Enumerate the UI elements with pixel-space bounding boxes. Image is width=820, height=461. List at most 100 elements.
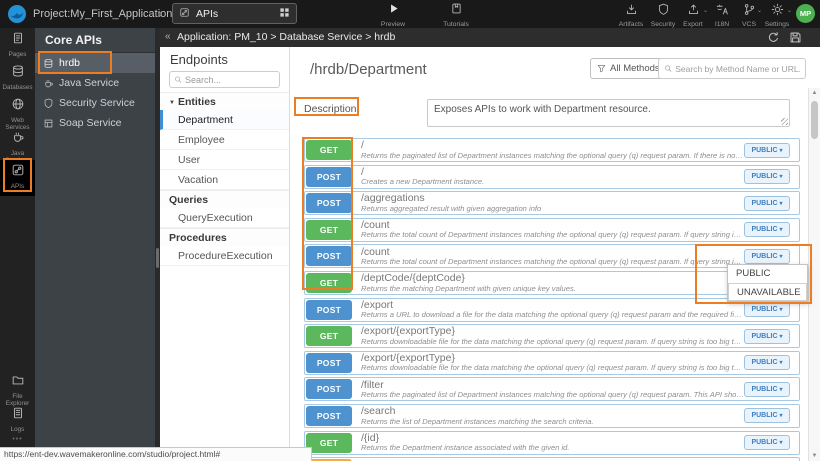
api-endpoint-row[interactable]: POST /export Returns a URL to download a… — [304, 298, 800, 322]
rail-overflow-dots[interactable]: ••• — [0, 436, 35, 443]
panel-scrollbar-thumb[interactable] — [156, 248, 159, 268]
wavemaker-logo-icon[interactable] — [7, 4, 27, 24]
endpoint-text: /export/{exportType} Returns downloadabl… — [353, 326, 744, 346]
method-badge: GET — [306, 140, 352, 160]
tutorials-button[interactable]: Tutorials — [433, 2, 479, 26]
panel-divider[interactable] — [155, 28, 160, 461]
save-button[interactable] — [789, 31, 802, 49]
resize-handle[interactable] — [781, 118, 788, 125]
endpoints-search-input[interactable] — [185, 75, 275, 85]
main-scrollbar[interactable]: ▲ ▼ — [808, 88, 820, 461]
method-badge: POST — [306, 379, 352, 399]
menu-option-public[interactable]: PUBLIC — [728, 265, 807, 283]
collapse-panel-icon[interactable]: « — [165, 28, 171, 46]
core-api-java-service[interactable]: Java Service — [35, 73, 155, 93]
left-icon-rail: Pages Databases Web Services Java Servic… — [0, 28, 35, 461]
access-dropdown-button[interactable]: PUBLIC▾ — [744, 302, 790, 317]
endpoint-list-entry[interactable]: User — [160, 150, 289, 170]
tab-apis[interactable]: APIs — [172, 3, 297, 24]
api-endpoint-row[interactable]: GET /count Returns the total count of De… — [304, 218, 800, 242]
database-icon — [43, 58, 54, 69]
access-dropdown-button[interactable]: PUBLIC▾ — [744, 355, 790, 370]
core-api-soap-service[interactable]: Soap Service — [35, 113, 155, 133]
access-dropdown-button[interactable]: PUBLIC▾ — [744, 169, 790, 184]
scroll-down-arrow[interactable]: ▼ — [809, 453, 820, 459]
method-search-input[interactable] — [675, 64, 800, 74]
grid-icon[interactable] — [279, 5, 290, 23]
access-dropdown-button[interactable]: PUBLIC▾ — [744, 222, 790, 237]
rail-item-databases[interactable]: Databases — [0, 61, 35, 94]
rail-item-pages[interactable]: Pages — [0, 28, 35, 61]
file-explorer-folder-icon — [11, 373, 25, 387]
vcs-button[interactable]: ⌄ VCS — [736, 2, 762, 26]
api-plug-icon — [179, 5, 190, 23]
artifacts-button[interactable]: Artifacts — [614, 2, 648, 26]
api-endpoint-row[interactable]: POST /aggregations Returns aggregated re… — [304, 191, 800, 215]
export-button[interactable]: ⌄ Export — [678, 2, 708, 26]
access-dropdown-button[interactable]: PUBLIC▾ — [744, 382, 790, 397]
method-badge: GET — [306, 433, 352, 453]
user-avatar[interactable]: MP — [796, 4, 815, 23]
endpoint-list-entry[interactable]: Department — [160, 110, 289, 130]
method-badge: POST — [306, 246, 352, 266]
method-badge: POST — [306, 300, 352, 320]
endpoint-list-entry[interactable]: Procedures — [160, 228, 289, 246]
endpoint-list-entry[interactable]: ▼Entities — [160, 92, 289, 110]
reload-button[interactable] — [767, 31, 780, 49]
book-icon — [450, 2, 463, 15]
caret-down-icon: ▾ — [780, 386, 783, 393]
api-endpoint-row[interactable]: GET /{id} Returns the Department instanc… — [304, 431, 800, 455]
security-shield-icon — [657, 3, 670, 16]
api-endpoint-row[interactable]: PUT PUBLIC▾ — [304, 457, 800, 461]
method-search[interactable] — [658, 58, 806, 79]
access-dropdown-button[interactable]: PUBLIC▾ — [744, 196, 790, 211]
search-icon — [664, 64, 672, 73]
api-endpoint-row[interactable]: POST /export/{exportType} Returns downlo… — [304, 351, 800, 375]
api-endpoint-row[interactable]: POST /count Returns the total count of D… — [304, 244, 800, 268]
caret-down-icon: ▾ — [780, 200, 783, 207]
endpoint-list-entry[interactable]: QueryExecution — [160, 208, 289, 228]
preview-button[interactable]: Preview — [370, 2, 416, 26]
endpoint-list-entry[interactable]: Vacation — [160, 170, 289, 190]
api-endpoint-row[interactable]: GET /deptCode/{deptCode} Returns the mat… — [304, 271, 800, 295]
api-endpoint-row[interactable]: POST /search Returns the list of Departm… — [304, 404, 800, 428]
core-api-hrdb[interactable]: hrdb — [35, 53, 155, 73]
access-dropdown-button[interactable]: PUBLIC▾ — [744, 143, 790, 158]
settings-button[interactable]: ⌄ Settings — [762, 2, 792, 26]
api-endpoint-list: GET / Returns the paginated list of Depa… — [304, 138, 800, 461]
settings-gear-icon — [771, 3, 784, 16]
api-endpoint-row[interactable]: GET /export/{exportType} Returns downloa… — [304, 324, 800, 348]
endpoint-list-entry[interactable]: ProcedureExecution — [160, 246, 289, 266]
description-textarea[interactable]: Exposes APIs to work with Department res… — [427, 99, 790, 127]
i18n-button[interactable]: I18N — [708, 2, 736, 26]
api-endpoint-row[interactable]: POST /filter Returns the paginated list … — [304, 377, 800, 401]
scrollbar-thumb[interactable] — [811, 101, 818, 139]
endpoint-description: Returns the Department instance associat… — [361, 444, 744, 452]
endpoints-search[interactable] — [169, 71, 280, 88]
access-dropdown-button[interactable]: PUBLIC▾ — [744, 249, 790, 264]
endpoint-description: Returns aggregated result with given agg… — [361, 205, 744, 213]
vcs-branch-icon — [743, 3, 756, 16]
rail-item-web-services[interactable]: Web Services — [0, 94, 35, 127]
rail-item-java-services[interactable]: Java Services — [0, 127, 35, 160]
endpoint-list-entry[interactable]: Queries — [160, 190, 289, 208]
rail-item-apis[interactable]: APIs — [0, 160, 35, 196]
rail-item-file-explorer[interactable]: File Explorer — [0, 370, 35, 403]
method-badge: POST — [306, 193, 352, 213]
menu-option-unavailable[interactable]: UNAVAILABLE — [728, 283, 807, 301]
api-endpoint-row[interactable]: POST / Creates a new Department instance… — [304, 165, 800, 189]
access-dropdown-button[interactable]: PUBLIC▾ — [744, 435, 790, 450]
scroll-up-arrow[interactable]: ▲ — [809, 90, 820, 96]
api-endpoint-row[interactable]: GET / Returns the paginated list of Depa… — [304, 138, 800, 162]
endpoint-list-entry[interactable]: Employee — [160, 130, 289, 150]
access-dropdown-button[interactable]: PUBLIC▾ — [744, 408, 790, 423]
topbar-tools: Artifacts Security ⌄ Export I18N ⌄ VCS — [614, 2, 792, 26]
rail-item-logs[interactable]: Logs — [0, 403, 35, 436]
core-api-security-service[interactable]: Security Service — [35, 93, 155, 113]
funnel-filter-icon — [597, 64, 606, 73]
access-dropdown-button[interactable]: PUBLIC▾ — [744, 329, 790, 344]
endpoint-description: Returns the total count of Department in… — [361, 258, 744, 266]
core-apis-panel: Core APIs hrdb Java Service Security Ser… — [35, 28, 155, 461]
security-button[interactable]: Security — [648, 2, 678, 26]
save-floppy-icon — [789, 31, 802, 44]
